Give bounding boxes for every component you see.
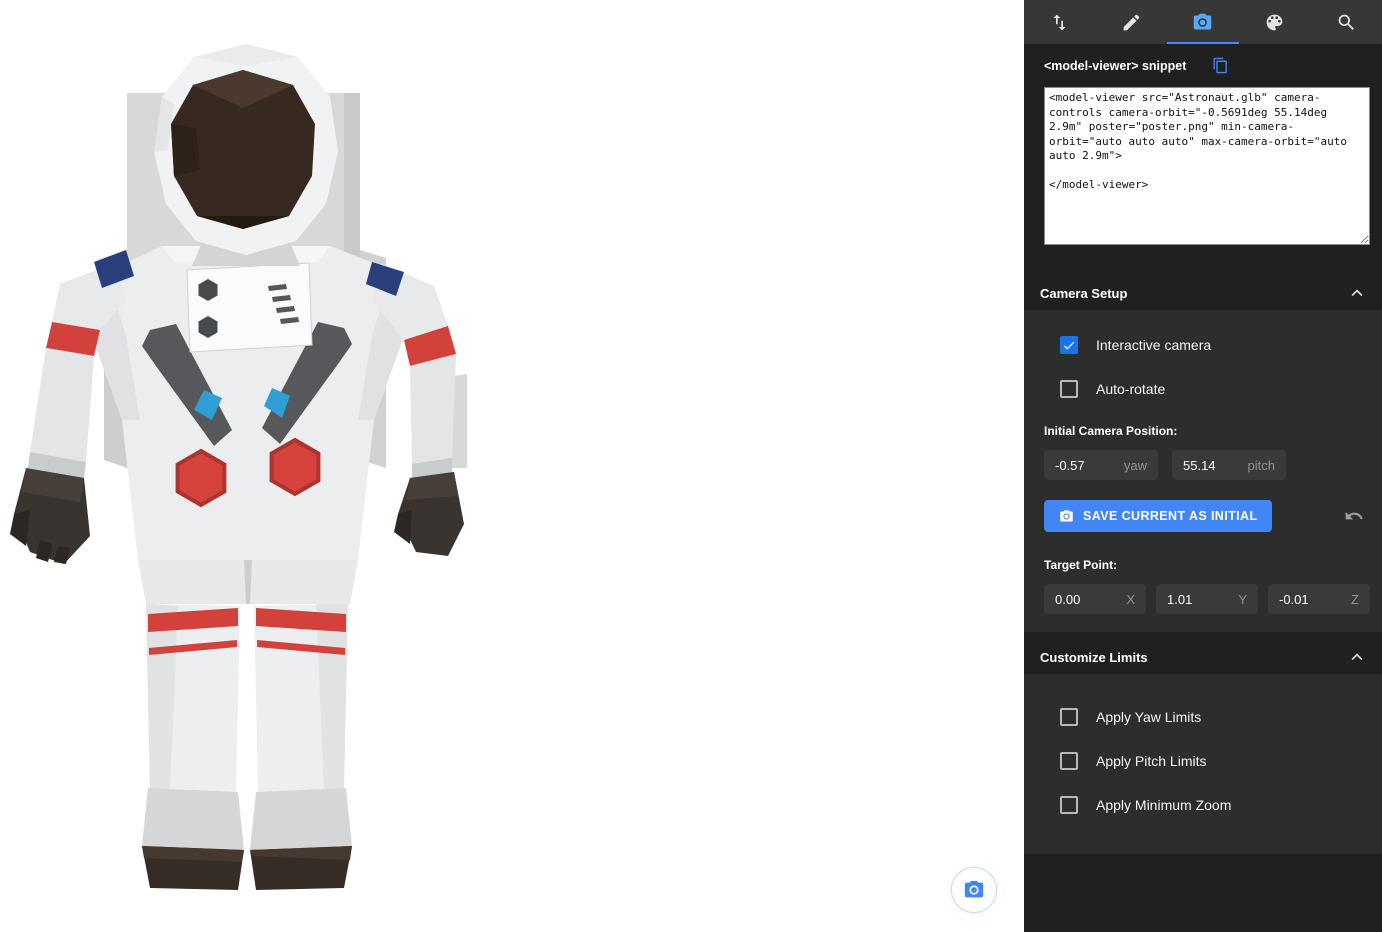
screenshot-button[interactable] — [951, 867, 997, 913]
editor-toolbar — [1024, 0, 1382, 44]
pitch-field[interactable]: 55.14 pitch — [1172, 450, 1286, 480]
auto-rotate-checkbox[interactable] — [1060, 380, 1078, 398]
snippet-section: <model-viewer> snippet <model-viewer src… — [1024, 44, 1382, 276]
tab-camera[interactable] — [1167, 0, 1239, 44]
search-icon — [1336, 12, 1357, 33]
target-z-field[interactable]: -0.01 Z — [1268, 584, 1370, 614]
apply-yaw-limits-checkbox[interactable] — [1060, 708, 1078, 726]
camera-icon — [1059, 509, 1074, 524]
camera-icon — [1192, 12, 1213, 33]
undo-icon — [1344, 506, 1364, 526]
target-y-field[interactable]: 1.01 Y — [1156, 584, 1258, 614]
auto-rotate-row: Auto-rotate — [1060, 354, 1370, 398]
apply-minimum-zoom-row: Apply Minimum Zoom — [1060, 770, 1370, 814]
palette-icon — [1264, 12, 1285, 33]
apply-yaw-limits-row: Apply Yaw Limits — [1060, 682, 1370, 726]
target-z-value: -0.01 — [1279, 592, 1351, 607]
auto-rotate-label: Auto-rotate — [1096, 381, 1165, 397]
snippet-code-textarea[interactable]: <model-viewer src="Astronaut.glb" camera… — [1044, 87, 1370, 245]
interactive-camera-row: Interactive camera — [1060, 310, 1370, 354]
collapse-customize-limits-button[interactable] — [1346, 646, 1368, 668]
yaw-field[interactable]: -0.57 yaw — [1044, 450, 1158, 480]
target-point-label: Target Point: — [1044, 558, 1370, 572]
target-y-value: 1.01 — [1167, 592, 1238, 607]
import-export-icon — [1049, 12, 1070, 33]
target-x-value: 0.00 — [1055, 592, 1126, 607]
check-icon — [1062, 338, 1076, 353]
copy-icon — [1212, 57, 1229, 74]
tab-import-export[interactable] — [1024, 0, 1096, 44]
tab-materials[interactable] — [1239, 0, 1311, 44]
camera-setup-header[interactable]: Camera Setup — [1024, 276, 1382, 310]
save-row: SAVE CURRENT AS INITIAL — [1044, 500, 1370, 532]
apply-pitch-limits-row: Apply Pitch Limits — [1060, 726, 1370, 770]
customize-limits-body: Apply Yaw Limits Apply Pitch Limits Appl… — [1024, 674, 1382, 854]
target-y-suffix-label: Y — [1238, 592, 1247, 607]
customize-limits-title: Customize Limits — [1040, 650, 1148, 665]
model-viewer-editor: <model-viewer> snippet <model-viewer src… — [0, 0, 1382, 932]
tab-inspect[interactable] — [1310, 0, 1382, 44]
target-x-suffix-label: X — [1126, 592, 1135, 607]
pitch-suffix-label: pitch — [1248, 458, 1275, 473]
apply-pitch-limits-checkbox[interactable] — [1060, 752, 1078, 770]
camera-setup-title: Camera Setup — [1040, 286, 1127, 301]
edit-icon — [1121, 12, 1142, 33]
yaw-value: -0.57 — [1055, 458, 1124, 473]
copy-snippet-button[interactable] — [1212, 57, 1229, 74]
target-x-field[interactable]: 0.00 X — [1044, 584, 1146, 614]
pitch-value: 55.14 — [1183, 458, 1248, 473]
target-z-suffix-label: Z — [1351, 592, 1359, 607]
interactive-camera-checkbox[interactable] — [1060, 336, 1078, 354]
target-point-fields: 0.00 X 1.01 Y -0.01 Z — [1044, 584, 1370, 614]
customize-limits-header[interactable]: Customize Limits — [1024, 640, 1382, 674]
apply-minimum-zoom-label: Apply Minimum Zoom — [1096, 797, 1231, 813]
tab-edit[interactable] — [1096, 0, 1168, 44]
interactive-camera-label: Interactive camera — [1096, 337, 1211, 353]
save-button-label: SAVE CURRENT AS INITIAL — [1083, 509, 1257, 523]
camera-setup-body: Interactive camera Auto-rotate Initial C… — [1024, 310, 1382, 632]
undo-camera-button[interactable] — [1344, 506, 1364, 526]
astronaut-model — [0, 0, 1024, 932]
editor-sidebar: <model-viewer> snippet <model-viewer src… — [1024, 0, 1382, 932]
chevron-up-icon — [1346, 282, 1368, 304]
apply-pitch-limits-label: Apply Pitch Limits — [1096, 753, 1206, 769]
apply-yaw-limits-label: Apply Yaw Limits — [1096, 709, 1201, 725]
initial-camera-position-label: Initial Camera Position: — [1044, 424, 1370, 438]
chevron-up-icon — [1346, 646, 1368, 668]
apply-minimum-zoom-checkbox[interactable] — [1060, 796, 1078, 814]
collapse-camera-setup-button[interactable] — [1346, 282, 1368, 304]
save-current-as-initial-button[interactable]: SAVE CURRENT AS INITIAL — [1044, 500, 1272, 532]
yaw-suffix-label: yaw — [1124, 458, 1147, 473]
snippet-title: <model-viewer> snippet — [1044, 59, 1186, 73]
initial-position-fields: -0.57 yaw 55.14 pitch — [1044, 450, 1370, 480]
model-viewer-canvas[interactable] — [0, 0, 1024, 932]
camera-icon — [963, 879, 985, 901]
